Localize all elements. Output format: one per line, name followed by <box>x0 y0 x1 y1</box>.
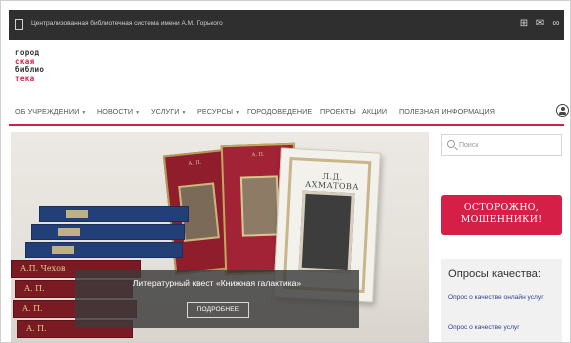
chevron-down-icon: ▼ <box>181 110 187 116</box>
org-name: Централизованная библиотечная система им… <box>31 20 223 27</box>
book-label <box>58 228 80 236</box>
main-nav: ОБ УЧРЕЖДЕНИИ ▼ НОВОСТИ ▼ УСЛУГИ ▼ РЕСУРСЫ ▼… <box>9 103 569 123</box>
book-portrait <box>239 175 280 237</box>
book-blue <box>39 206 189 222</box>
nav-item-promotions[interactable]: АКЦИИ <box>362 107 387 116</box>
slide-caption-panel: Литературный квест «Книжная галактика» П… <box>75 270 359 328</box>
library-logo[interactable]: город ская библио тека <box>15 48 55 93</box>
sitemap-icon[interactable]: ⊞ <box>517 17 531 31</box>
low-vision-icon[interactable]: ∞ <box>549 17 563 31</box>
search-box[interactable] <box>441 134 562 156</box>
warning-line-1: ОСТОРОЖНО, <box>463 202 540 213</box>
fraud-warning-banner[interactable]: ОСТОРОЖНО, МОШЕННИКИ! <box>441 195 562 235</box>
book-label <box>52 246 74 254</box>
book-spine-text: А. П. <box>24 284 45 293</box>
chevron-down-icon: ▼ <box>235 110 241 116</box>
nav-item-resources[interactable]: РЕСУРСЫ ▼ <box>197 107 240 116</box>
nav-item-about-institution[interactable]: ОБ УЧРЕЖДЕНИИ ▼ <box>15 107 86 116</box>
mail-icon[interactable]: ✉ <box>533 17 547 31</box>
quality-polls-widget: Опросы качества: Опрос о качестве онлайн… <box>441 259 562 342</box>
poll-link-online-services[interactable]: Опрос о качестве онлайн услуг <box>448 293 560 302</box>
nav-item-services[interactable]: УСЛУГИ ▼ <box>151 107 187 116</box>
browser-page: Централизованная библиотечная система им… <box>0 0 571 343</box>
search-icon <box>447 140 455 148</box>
book-spine-text: А.П. Чехов <box>20 264 66 273</box>
polls-title: Опросы качества: <box>448 268 541 280</box>
hero-slider[interactable]: А. П. А. П. Л.Д. АХМАТОВА А.П. Чехов А. … <box>11 132 429 342</box>
more-button[interactable]: ПОДРОБНЕЕ <box>187 302 249 318</box>
user-account-icon[interactable] <box>556 104 569 117</box>
book-label <box>66 210 88 218</box>
book-title-1: А. П. <box>188 159 202 167</box>
top-bar: Централизованная библиотечная система им… <box>9 10 564 40</box>
book-portrait <box>298 190 355 274</box>
chevron-down-icon: ▼ <box>81 110 87 116</box>
book-spine-text: А. П. <box>26 324 47 333</box>
poll-link-services[interactable]: Опрос о качестве услуг <box>448 323 560 332</box>
book-blue <box>25 242 183 258</box>
nav-divider <box>9 124 564 126</box>
document-icon <box>15 19 23 30</box>
book-blue <box>31 224 185 240</box>
book-title-akhmatova: Л.Д. АХМАТОВА <box>304 171 360 192</box>
nav-item-projects[interactable]: ПРОЕКТЫ <box>320 107 356 116</box>
warning-line-2: МОШЕННИКИ! <box>460 214 543 225</box>
slide-caption: Литературный квест «Книжная галактика» <box>132 278 302 288</box>
nav-item-news[interactable]: НОВОСТИ ▼ <box>97 107 140 116</box>
search-input[interactable] <box>459 138 557 153</box>
nav-item-useful-info[interactable]: ПОЛЕЗНАЯ ИНФОРМАЦИЯ <box>399 107 495 116</box>
chevron-down-icon: ▼ <box>135 110 141 116</box>
logo-line-4: тека <box>15 73 35 83</box>
nav-item-city-studies[interactable]: ГОРОДОВЕДЕНИЕ <box>247 107 312 116</box>
book-spine-text: А. П. <box>22 304 43 313</box>
